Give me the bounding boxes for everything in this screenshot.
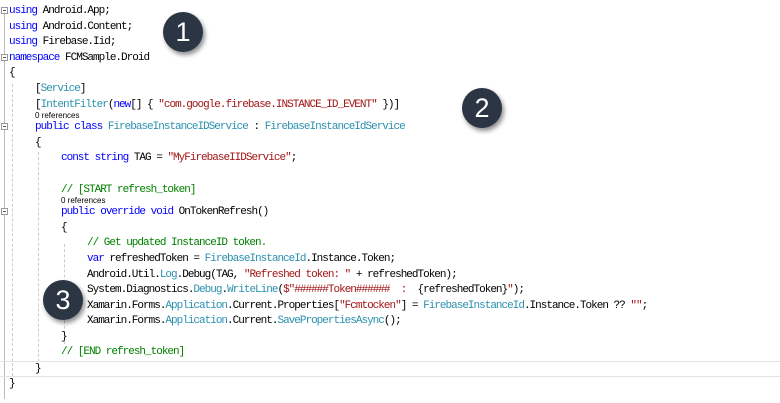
- code-line: using Android.App;: [0, 4, 780, 20]
- code-token: FCMSample.Droid: [59, 51, 150, 64]
- code-token: OnTokenRefresh(): [173, 206, 270, 219]
- code-token: IntentFilter: [40, 98, 109, 111]
- code-token: TAG =: [128, 152, 168, 165]
- code-token: "Refreshed token: ": [243, 268, 351, 281]
- code-token: using: [9, 20, 38, 33]
- code-token: const: [61, 152, 90, 165]
- code-token: Application: [165, 315, 228, 328]
- callout-badge-3: 3: [43, 280, 83, 320]
- code-token: 0 references: [35, 111, 80, 121]
- code-line: public class FirebaseInstanceIDService :…: [0, 120, 780, 136]
- code-token: .Instance.Token ??: [523, 299, 631, 312]
- code-token: {: [35, 136, 42, 149]
- code-token: var: [87, 252, 105, 265]
- code-token: "com.google.firebase.INSTANCE_ID_EVENT": [158, 98, 377, 111]
- code-token: refreshedToken =: [103, 252, 205, 265]
- code-token: }: [35, 363, 42, 376]
- code-token: ;: [641, 299, 649, 312]
- code-line: }: [0, 361, 780, 377]
- code-line: {: [0, 66, 780, 82]
- code-line: // Get updated InstanceID token.: [0, 236, 780, 252]
- code-line: {: [0, 221, 780, 237]
- code-token: SavePropertiesAsync: [277, 315, 384, 328]
- code-token: Application: [165, 299, 228, 312]
- code-line: const string TAG = "MyFirebaseIIDService…: [0, 151, 780, 167]
- code-token: $"######Token###### :: [283, 284, 418, 297]
- code-line: var refreshedToken = FirebaseInstanceId.…: [0, 252, 780, 268]
- code-token: :: [247, 121, 265, 134]
- code-token: .Instance.Token;: [305, 252, 396, 265]
- collapse-icon[interactable]: [1, 123, 8, 131]
- code-token: ]: [79, 82, 87, 95]
- code-token: // [START refresh_token]: [61, 183, 196, 196]
- code-editor[interactable]: using Android.App; using Android.Content;…: [0, 4, 780, 392]
- code-line: {: [0, 136, 780, 152]
- code-token: .Debug(TAG,: [176, 268, 244, 281]
- code-line: namespace FCMSample.Droid: [0, 51, 780, 67]
- collapse-icon[interactable]: [1, 208, 8, 216]
- code-token: ();: [383, 315, 402, 328]
- callout-badge-2: 2: [462, 88, 502, 128]
- code-token: {: [9, 67, 16, 80]
- code-token: "MyFirebaseIIDService": [167, 152, 291, 165]
- code-token: "Fcmtocken": [339, 299, 402, 312]
- code-token: ;: [290, 152, 298, 165]
- code-token: FirebaseInstanceIdService: [264, 121, 406, 134]
- code-token: public: [61, 206, 96, 219]
- code-line: }: [0, 330, 780, 346]
- code-token: Android.Content;: [37, 20, 134, 33]
- code-token: override: [100, 206, 146, 219]
- collapse-icon[interactable]: [1, 7, 8, 14]
- code-line: Xamarin.Forms.Application.Current.SavePr…: [0, 314, 780, 330]
- code-token: using: [9, 5, 38, 17]
- code-token: .Current.Properties[: [227, 299, 340, 312]
- code-line: Android.Util.Log.Debug(TAG, "Refreshed t…: [0, 268, 780, 284]
- code-token: Log: [159, 268, 178, 281]
- code-token: Xamarin.Forms.: [87, 315, 166, 328]
- code-token: .Current.: [227, 315, 278, 328]
- callout-badge-1: 1: [163, 12, 203, 52]
- code-token: public: [35, 121, 70, 134]
- code-line: public override void OnTokenRefresh(): [0, 205, 780, 221]
- code-line: Xamarin.Forms.Application.Current.Proper…: [0, 299, 780, 315]
- code-token: using: [9, 36, 38, 49]
- code-token: Xamarin.Forms.: [87, 299, 166, 312]
- code-token: }: [61, 330, 68, 343]
- code-token: })]: [376, 98, 400, 111]
- code-token: Service: [40, 82, 81, 95]
- code-token: class: [74, 121, 103, 134]
- code-token: "": [630, 299, 642, 312]
- code-token: );: [512, 284, 525, 297]
- collapse-icon[interactable]: [1, 53, 8, 61]
- code-token: ] =: [400, 299, 424, 312]
- code-token: void: [150, 206, 174, 219]
- code-line: using Android.Content;: [0, 20, 780, 36]
- code-token: 0 references: [61, 196, 106, 206]
- code-token: Firebase.Iid;: [37, 36, 117, 49]
- code-token: Debug: [193, 284, 222, 297]
- code-line: // [END refresh_token]: [0, 345, 780, 361]
- code-line: using Firebase.Iid;: [0, 35, 780, 51]
- code-token: Android.Util.: [87, 268, 161, 281]
- code-token: System.Diagnostics.: [87, 284, 194, 297]
- code-token: string: [94, 152, 130, 165]
- code-token: FirebaseInstanceId: [423, 299, 525, 312]
- code-token: + refreshedToken);: [350, 268, 458, 281]
- code-token: }: [9, 377, 16, 390]
- code-line: [Service]: [0, 82, 780, 98]
- code-token: FirebaseInstanceId: [204, 252, 307, 265]
- code-token: {: [61, 221, 68, 234]
- code-line: System.Diagnostics.Debug.WriteLine($"###…: [0, 283, 780, 299]
- code-token: WriteLine: [227, 284, 278, 297]
- code-token: namespace: [9, 51, 60, 64]
- code-token: [] {: [130, 98, 159, 111]
- code-token: new: [113, 98, 131, 111]
- code-token: {refreshedToken}: [417, 284, 509, 297]
- code-token: Android.App;: [37, 5, 111, 17]
- code-line: }: [0, 377, 780, 393]
- code-token: // Get updated InstanceID token.: [87, 237, 267, 250]
- code-token: // [END refresh_token]: [61, 346, 185, 359]
- code-token: FirebaseInstanceIDService: [107, 121, 249, 134]
